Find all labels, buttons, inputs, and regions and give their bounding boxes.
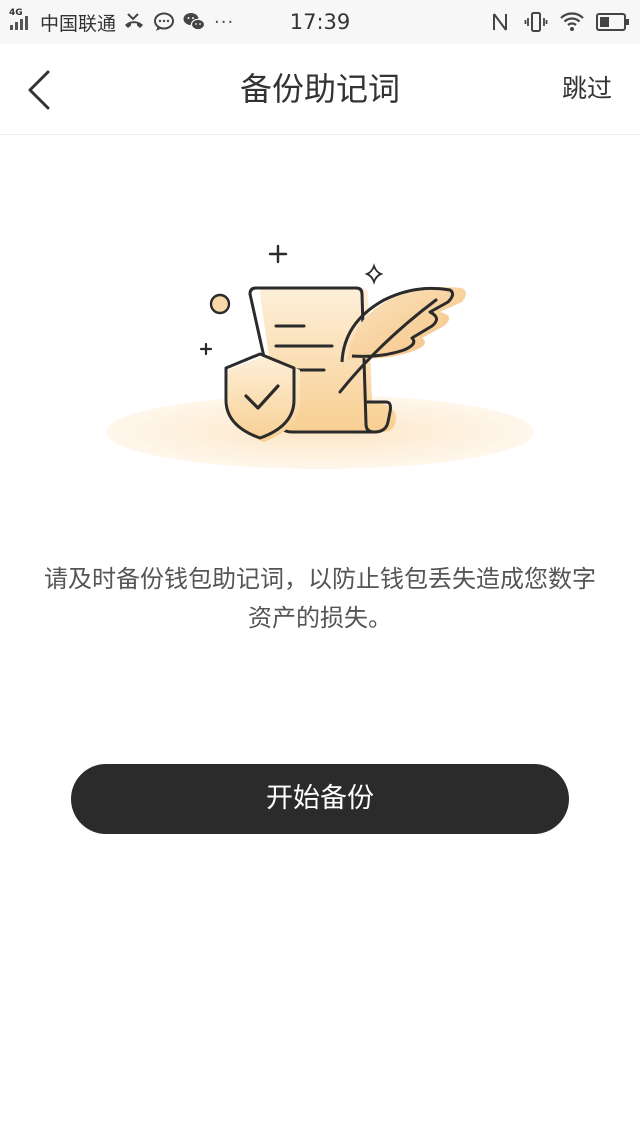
description-line: 资产的损失。 [248, 604, 392, 632]
vibrate-icon [524, 12, 548, 32]
backup-description: 请及时备份钱包助记词，以防止钱包丢失造成您数字 资产的损失。 [20, 560, 620, 638]
battery-icon [596, 13, 629, 31]
navigation-bar: 备份助记词 跳过 [0, 44, 640, 135]
skip-button[interactable]: 跳过 [562, 44, 612, 134]
status-bar: 4G 中国联通 ··· 17:39 [0, 0, 640, 44]
backup-illustration [106, 244, 534, 469]
nfc-icon [493, 13, 507, 31]
wifi-icon [560, 12, 584, 31]
backup-mnemonic-screen: 4G 中国联通 ··· 17:39 备份助记词 跳过 请及时备份钱包助记词，以防… [0, 0, 640, 1138]
page-title: 备份助记词 [239, 70, 400, 108]
start-backup-button[interactable]: 开始备份 [71, 764, 569, 834]
description-line: 请及时备份钱包助记词，以防止钱包丢失造成您数字 [44, 565, 596, 593]
status-right [488, 8, 630, 36]
